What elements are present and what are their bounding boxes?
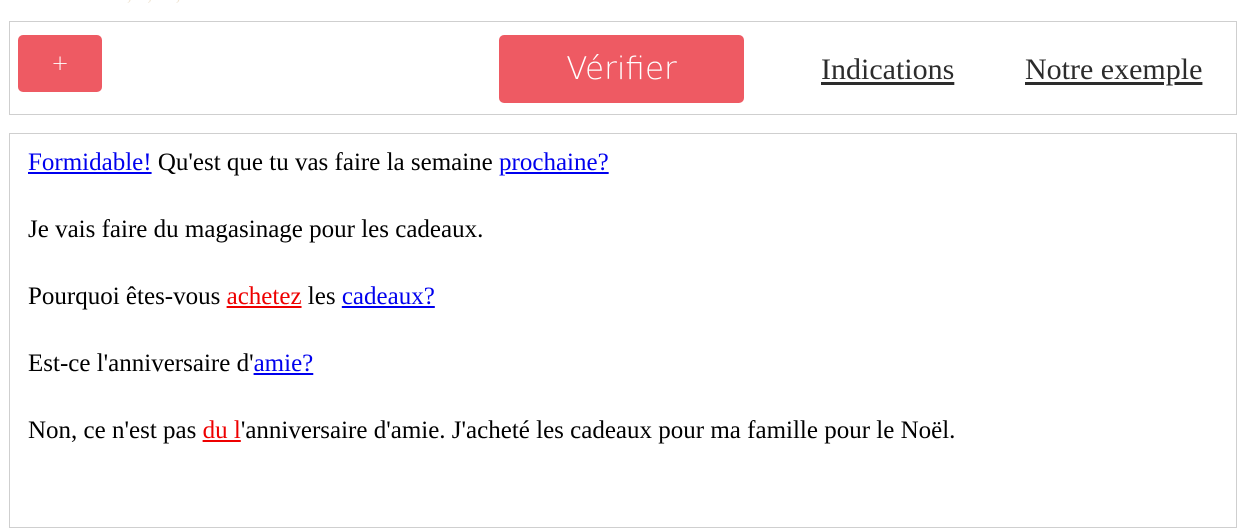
link-segment[interactable]: prochaine? [499, 149, 609, 176]
text-segment: Non, ce n'est pas [28, 417, 203, 444]
link-segment[interactable]: cadeaux? [342, 283, 435, 310]
toolbar-panel: + Vérifier Indications Notre exemple [9, 21, 1237, 115]
text-segment: Est-ce l'anniversaire d' [28, 350, 254, 377]
text-segment: Pourquoi êtes-vous [28, 283, 227, 310]
content-panel: Formidable! Qu'est que tu vas faire la s… [9, 133, 1237, 528]
toolbar-inner: + Vérifier Indications Notre exemple [10, 22, 1236, 114]
transcript-line: Est-ce l'anniversaire d'amie? [28, 349, 1228, 379]
text-segment: les [301, 283, 342, 310]
link-notre-exemple[interactable]: Notre exemple [1025, 53, 1202, 87]
transcript-line: Je vais faire du magasinage pour les cad… [28, 215, 1228, 245]
clipped-text-remnant-label: l ' , l , ' . , [108, 0, 181, 6]
transcript-line: Pourquoi êtes-vous achetez les cadeaux? [28, 282, 1228, 312]
error-segment[interactable]: du l [203, 417, 241, 444]
verify-button[interactable]: Vérifier [499, 35, 744, 103]
error-segment[interactable]: achetez [227, 283, 302, 310]
text-segment: Qu'est que tu vas faire la semaine [151, 149, 500, 176]
text-segment: 'anniversaire d'amie. J'acheté les cadea… [240, 417, 956, 444]
add-button[interactable]: + [18, 35, 102, 92]
transcript-line: Formidable! Qu'est que tu vas faire la s… [28, 148, 1228, 178]
link-indications[interactable]: Indications [821, 53, 954, 87]
link-segment[interactable]: Formidable! [28, 149, 152, 176]
clipped-text-remnant: l ' , l , ' . , [0, 0, 1252, 7]
transcript: Formidable! Qu'est que tu vas faire la s… [28, 148, 1228, 483]
transcript-line: Non, ce n'est pas du l'anniversaire d'am… [28, 416, 1228, 446]
text-segment: Je vais faire du magasinage pour les cad… [28, 216, 484, 243]
link-segment[interactable]: amie? [254, 350, 314, 377]
